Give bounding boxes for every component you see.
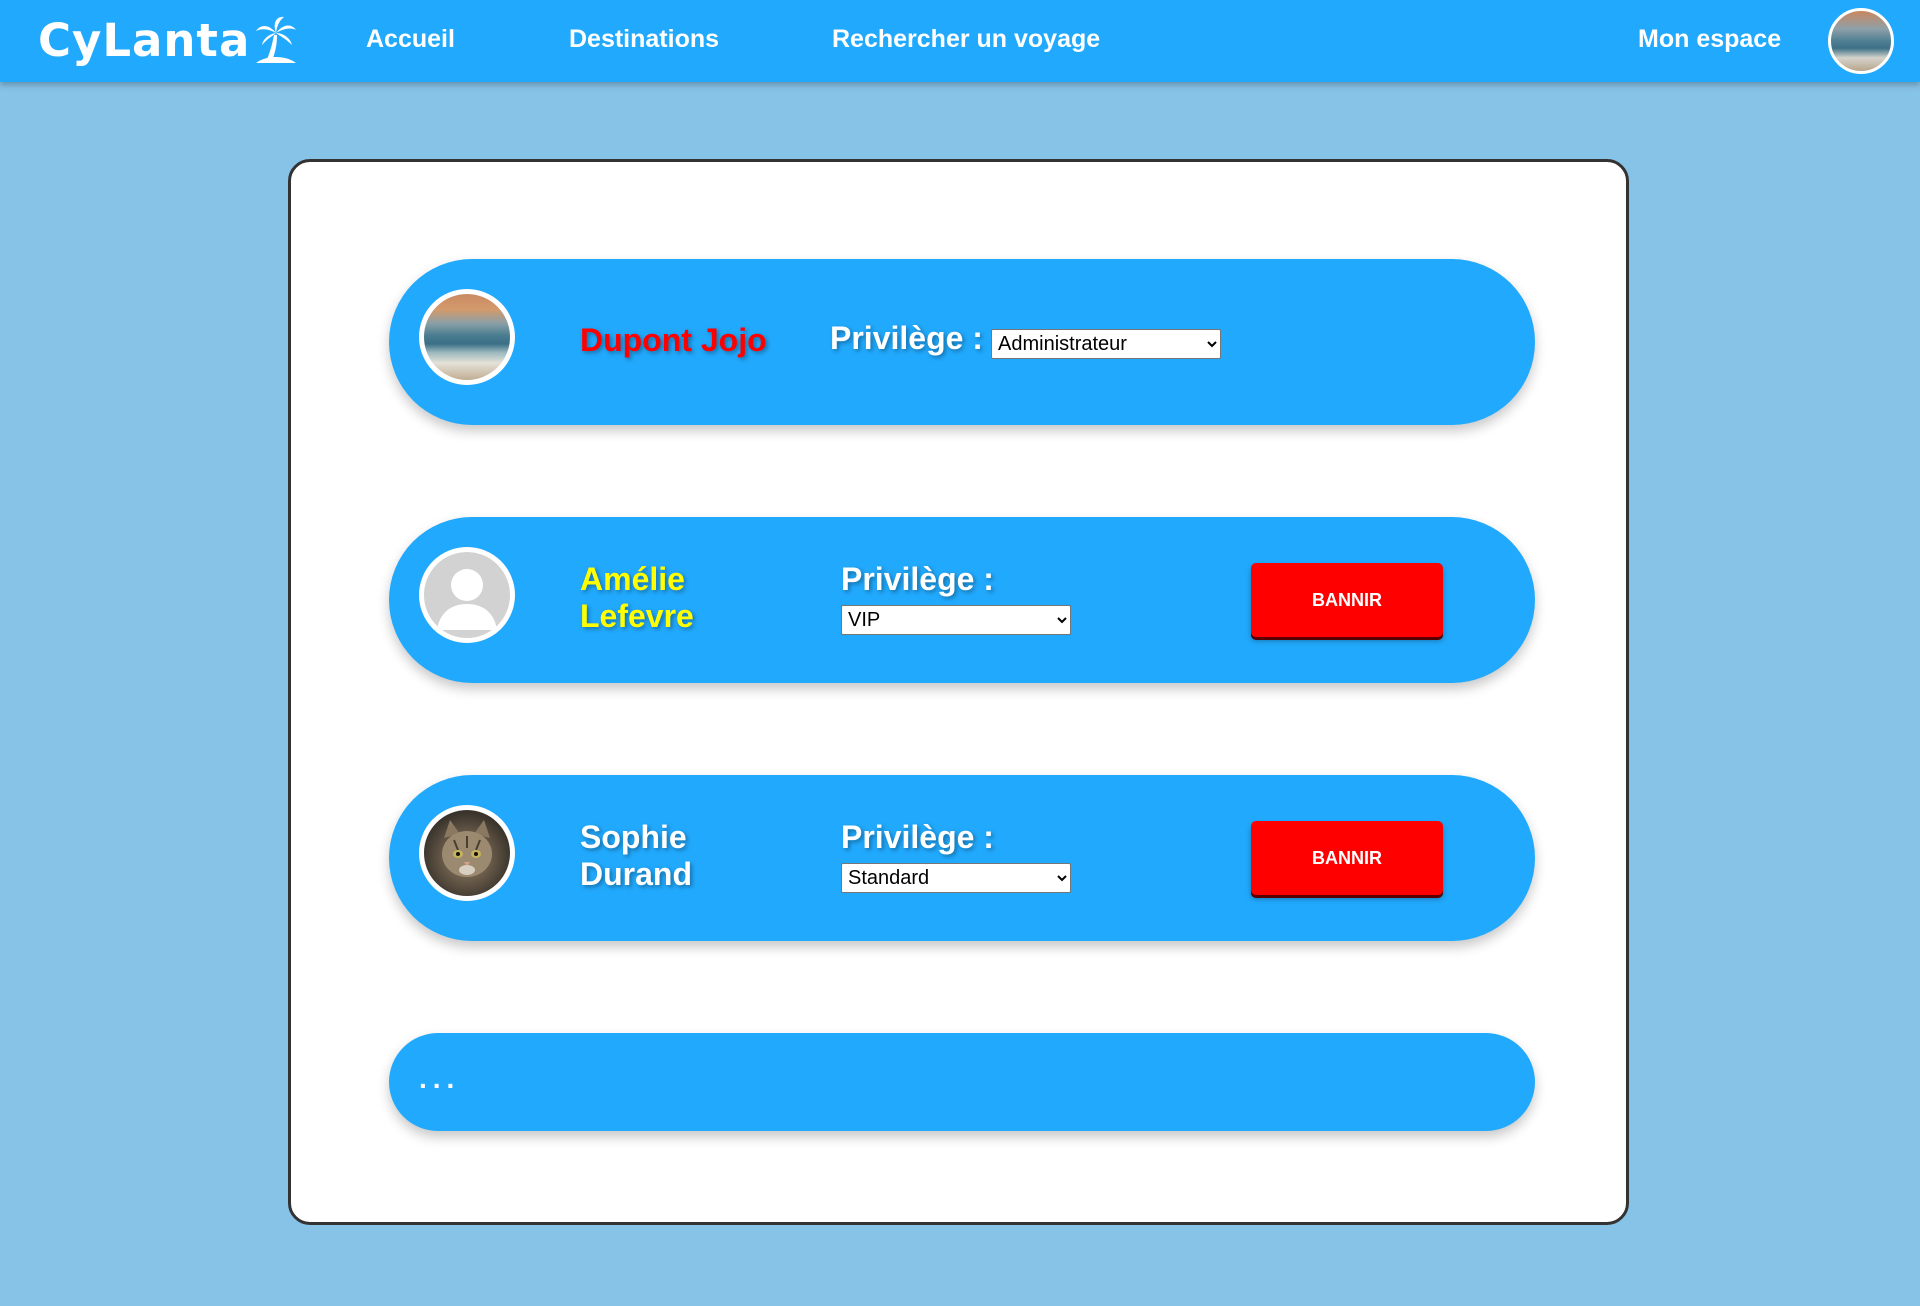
user-first-name: Sophie — [580, 819, 687, 855]
user-row: Dupont Jojo Privilège : Administrateur — [389, 259, 1535, 425]
nav-search-trip-link[interactable]: Rechercher un voyage — [832, 25, 1100, 54]
user-management-panel: Dupont Jojo Privilège : Administrateur A… — [288, 159, 1629, 1225]
privilege-label: Privilège : — [830, 320, 983, 356]
palm-tree-icon — [256, 16, 297, 63]
user-first-name: Amélie — [580, 561, 685, 597]
user-avatar — [419, 805, 515, 901]
user-last-name: Durand — [580, 856, 692, 892]
logo-text: CyLanta — [38, 13, 251, 67]
user-row: Amélie Lefevre Privilège : VIP BANNIR — [389, 517, 1535, 683]
more-users-row[interactable]: ... — [389, 1033, 1535, 1131]
user-avatar — [419, 289, 515, 385]
ban-button[interactable]: BANNIR — [1251, 563, 1443, 637]
ban-button[interactable]: BANNIR — [1251, 821, 1443, 895]
nav-destinations-link[interactable]: Destinations — [569, 25, 719, 54]
nav-account-link[interactable]: Mon espace — [1638, 25, 1781, 54]
privilege-select[interactable]: Administrateur — [991, 329, 1221, 359]
user-avatar — [419, 547, 515, 643]
user-name: Amélie Lefevre — [580, 561, 694, 635]
logo[interactable]: CyLanta — [38, 13, 298, 67]
user-name: Sophie Durand — [580, 819, 692, 893]
user-last-name: Lefevre — [580, 598, 694, 634]
more-indicator: ... — [419, 1063, 461, 1094]
privilege-select[interactable]: VIP — [841, 605, 1071, 635]
user-row: Sophie Durand Privilège : Standard BANNI… — [389, 775, 1535, 941]
privilege-select[interactable]: Standard — [841, 863, 1071, 893]
privilege-label: Privilège : — [841, 561, 994, 597]
user-name: Dupont Jojo — [580, 322, 767, 358]
privilege-label: Privilège : — [841, 819, 994, 855]
top-navbar: CyLanta Accueil Destinations Rechercher … — [0, 0, 1920, 82]
nav-home-link[interactable]: Accueil — [366, 25, 455, 54]
account-avatar[interactable] — [1828, 8, 1894, 74]
default-user-icon — [437, 569, 497, 630]
cat-photo — [442, 820, 492, 877]
